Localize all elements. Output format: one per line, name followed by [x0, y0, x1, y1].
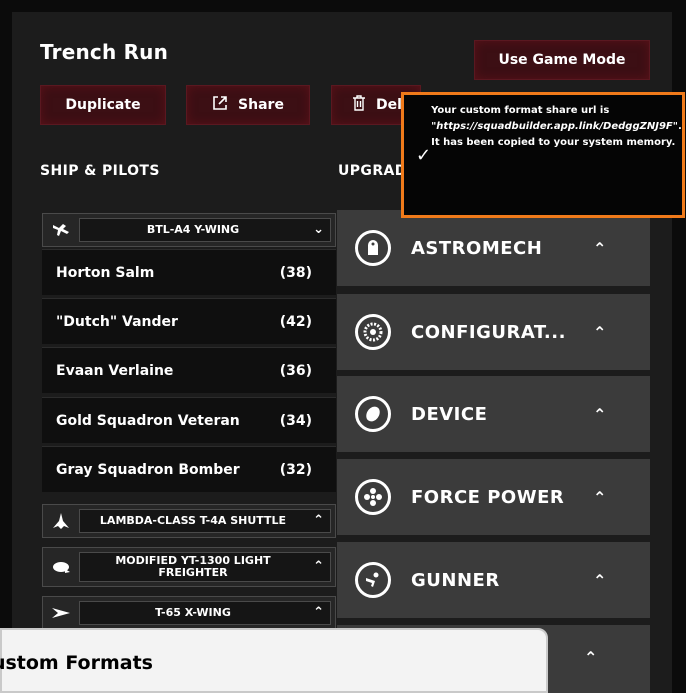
upgrade-label: ASTROMECH [411, 237, 543, 259]
ship-name: LAMBDA-CLASS T-4A SHUTTLE [99, 514, 287, 527]
use-game-mode-button[interactable]: Use Game Mode [474, 40, 650, 80]
pilot-name: Horton Salm [56, 264, 155, 281]
chevron-up-icon[interactable]: ⌃ [593, 239, 606, 258]
chevron-up-icon[interactable]: ⌃ [593, 405, 606, 424]
trash-icon [352, 95, 366, 115]
pilot-cost: (38) [279, 264, 312, 281]
astromech-icon [355, 230, 391, 266]
upgrade-device[interactable]: DEVICE ⌃ [337, 376, 650, 452]
pilot-row[interactable]: Evaan Verlaine (36) [42, 347, 336, 393]
share-url-toast: ✓ Your custom format share url is "https… [401, 92, 685, 218]
toast-prefix: Your custom format share url is [431, 105, 610, 116]
yt-1300-icon [43, 548, 79, 586]
chevron-up-icon[interactable]: ⌃ [593, 488, 606, 507]
upgrade-force-power[interactable]: FORCE POWER ⌃ [337, 459, 650, 535]
pilot-row[interactable]: "Dutch" Vander (42) [42, 298, 336, 344]
pilot-name: Evaan Verlaine [56, 362, 174, 379]
configuration-icon [355, 314, 391, 350]
list-title: Trench Run [40, 40, 169, 64]
chevron-up-icon[interactable]: ⌃ [584, 648, 597, 667]
chevron-up-icon[interactable]: ⌃ [313, 606, 324, 619]
ship-header-lambda[interactable]: LAMBDA-CLASS T-4A SHUTTLE ⌃ [42, 504, 336, 538]
chevron-up-icon[interactable]: ⌃ [313, 514, 324, 527]
y-wing-icon [43, 214, 79, 246]
upgrade-label: CONFIGURAT... [411, 321, 566, 343]
share-label: Share [238, 97, 284, 113]
pilot-cost: (42) [279, 313, 312, 330]
pilot-row[interactable]: Horton Salm (38) [42, 249, 336, 295]
chevron-down-icon[interactable]: ⌄ [313, 223, 324, 236]
custom-formats-label: Custom Formats [0, 652, 153, 674]
device-icon [355, 396, 391, 432]
chevron-up-icon[interactable]: ⌃ [313, 560, 324, 573]
upgrade-configuration[interactable]: CONFIGURAT... ⌃ [337, 294, 650, 370]
ship-name: T-65 X-WING [155, 606, 231, 619]
pilot-cost: (36) [279, 362, 312, 379]
lambda-shuttle-icon [43, 505, 79, 537]
ship-name: MODIFIED YT-1300 LIGHT FREIGHTER [115, 554, 271, 579]
pilot-cost: (34) [279, 412, 312, 429]
chevron-up-icon[interactable]: ⌃ [593, 323, 606, 342]
ship-header-yt1300[interactable]: MODIFIED YT-1300 LIGHT FREIGHTER ⌃ [42, 547, 336, 587]
pilot-name: "Dutch" Vander [56, 313, 178, 330]
pilot-row[interactable]: Gray Squadron Bomber (32) [42, 446, 336, 492]
upgrade-astromech[interactable]: ASTROMECH ⌃ [337, 210, 650, 286]
toast-message: Your custom format share url is "https:/… [431, 101, 682, 209]
ship-name-box: BTL-A4 Y-WING ⌄ [79, 218, 331, 242]
share-icon [212, 95, 228, 115]
ship-name-box: MODIFIED YT-1300 LIGHT FREIGHTER ⌃ [79, 552, 331, 582]
toast-url: "https://squadbuilder.app.link/DedggZNJ9… [431, 121, 678, 132]
pilot-name: Gray Squadron Bomber [56, 461, 240, 478]
chevron-up-icon[interactable]: ⌃ [593, 571, 606, 590]
gunner-icon [355, 562, 391, 598]
upgrade-label: FORCE POWER [411, 486, 565, 508]
duplicate-button[interactable]: Duplicate [40, 85, 166, 125]
game-mode-label: Use Game Mode [498, 52, 626, 68]
custom-formats-panel[interactable]: Custom Formats [0, 628, 548, 693]
share-button[interactable]: Share [186, 85, 310, 125]
pilot-cost: (32) [279, 461, 312, 478]
checkmark-icon: ✓ [416, 144, 432, 166]
ships-section-label: SHIP & PILOTS [40, 163, 160, 179]
duplicate-label: Duplicate [65, 97, 141, 113]
pilot-row[interactable]: Gold Squadron Veteran (34) [42, 397, 336, 443]
upgrade-gunner[interactable]: GUNNER ⌃ [337, 542, 650, 618]
force-power-icon [355, 479, 391, 515]
upgrade-label: DEVICE [411, 403, 488, 425]
ship-name: BTL-A4 Y-WING [146, 223, 240, 236]
ship-header-ywing[interactable]: BTL-A4 Y-WING ⌄ [42, 213, 336, 247]
x-wing-icon [43, 597, 79, 629]
ship-header-xwing[interactable]: T-65 X-WING ⌃ [42, 596, 336, 630]
ship-name-box: T-65 X-WING ⌃ [79, 601, 331, 625]
upgrade-label: GUNNER [411, 569, 500, 591]
ship-name-box: LAMBDA-CLASS T-4A SHUTTLE ⌃ [79, 509, 331, 533]
pilot-name: Gold Squadron Veteran [56, 412, 240, 429]
